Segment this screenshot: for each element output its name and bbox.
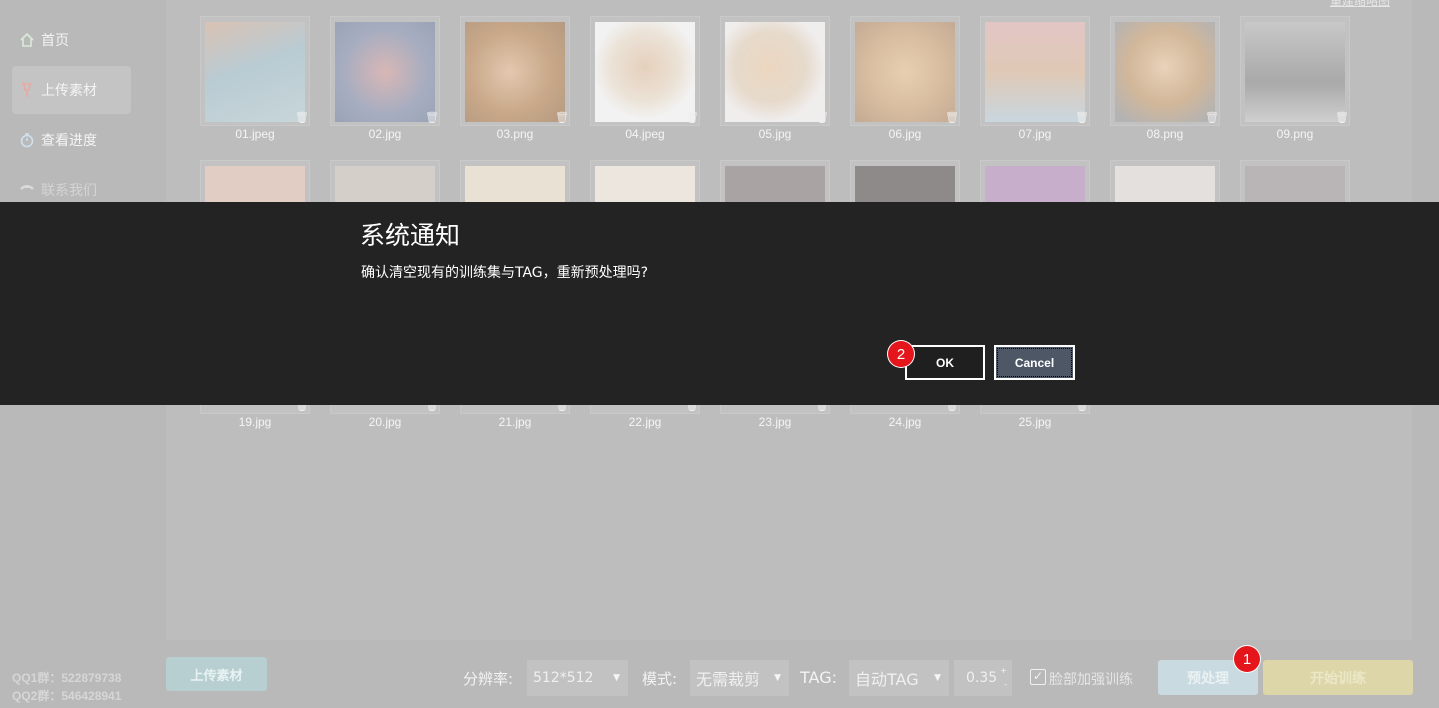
trash-icon[interactable]: 🗑 [1335,111,1349,125]
home-icon [18,31,36,49]
file-name: 23.jpg [758,415,792,429]
sidebar-item-home[interactable]: 首页 [12,16,131,64]
image-thumbnail[interactable]: 🗑 [1240,16,1350,126]
mode-select[interactable]: 无需裁剪 ▼ [690,660,789,696]
increment-icon[interactable]: + [1000,666,1007,675]
photo [595,22,695,122]
ok-button[interactable]: OK [905,345,985,380]
qq-group-2: QQ2群：546428941 [12,689,122,703]
trash-icon[interactable]: 🗑 [425,111,439,125]
system-notice-dialog: 系统通知 确认清空现有的训练集与TAG，重新预处理吗? OK Cancel 2 [0,202,1439,405]
trash-icon[interactable]: 🗑 [1205,111,1219,125]
photo [725,22,825,122]
file-name: 22.jpg [628,415,662,429]
photo [855,22,955,122]
image-thumbnail[interactable]: 🗑 [460,16,570,126]
dialog-title: 系统通知 [360,221,461,250]
upload-button[interactable]: 上传素材 [166,657,267,691]
trash-icon[interactable]: 🗑 [685,111,699,125]
qq-group-1: QQ1群：522879738 [12,671,122,685]
file-name: 02.jpg [368,127,402,141]
threshold-stepper[interactable]: 0.35 + - [954,660,1012,696]
image-thumbnail[interactable]: 🗑 [720,16,830,126]
phone-icon [18,181,36,199]
start-training-button[interactable]: 开始训练 [1263,660,1413,695]
stopwatch-icon [18,131,36,149]
tag-select[interactable]: 自动TAG ▼ [849,660,949,696]
photo [1115,22,1215,122]
mode-label: 模式: [642,670,678,688]
file-name: 01.jpeg [235,127,275,141]
sidebar-item-label: 联系我们 [41,183,97,199]
chevron-down-icon: ▼ [934,673,941,683]
trash-icon[interactable]: 🗑 [945,111,959,125]
sidebar-item-label: 上传素材 [41,83,97,99]
trash-icon[interactable]: 🗑 [1075,111,1089,125]
face-enhance-checkbox[interactable]: ✓ [1030,669,1046,685]
image-thumbnail[interactable]: 🗑 [330,16,440,126]
step-marker-2: 2 [888,341,914,367]
rebuild-thumbnails-link[interactable]: 重建缩略图 [1330,0,1390,9]
file-name: 04.jpeg [625,127,665,141]
trash-icon[interactable]: 🗑 [815,111,829,125]
cancel-button[interactable]: Cancel [994,345,1075,380]
image-thumbnail[interactable]: 🗑 [850,16,960,126]
file-name: 07.jpg [1018,127,1052,141]
chevron-down-icon: ▼ [774,673,781,683]
trash-icon[interactable]: 🗑 [295,111,309,125]
resolution-select[interactable]: 512*512 ▼ [527,660,628,696]
photo [465,22,565,122]
file-name: 03.png [496,127,534,141]
file-name: 09.png [1276,127,1314,141]
file-name: 08.png [1146,127,1184,141]
file-name: 05.jpg [758,127,792,141]
photo [205,22,305,122]
sidebar-item-progress[interactable]: 查看进度 [12,116,131,164]
photo [985,22,1085,122]
image-thumbnail[interactable]: 🗑 [200,16,310,126]
photo [1245,22,1345,122]
face-enhance-label: 脸部加强训练 [1049,672,1133,688]
tag-label: TAG: [800,668,837,687]
sidebar-item-upload[interactable]: 上传素材 [12,66,131,114]
trash-icon[interactable]: 🗑 [555,111,569,125]
resolution-label: 分辨率: [463,670,514,688]
pin-icon [18,81,36,99]
file-name: 21.jpg [498,415,532,429]
sidebar-item-label: 查看进度 [41,133,97,149]
chevron-down-icon: ▼ [613,673,620,683]
image-thumbnail[interactable]: 🗑 [1110,16,1220,126]
file-name: 25.jpg [1018,415,1052,429]
dialog-message: 确认清空现有的训练集与TAG，重新预处理吗? [361,265,649,281]
threshold-value: 0.35 [966,670,998,686]
image-thumbnail[interactable]: 🗑 [980,16,1090,126]
sidebar-item-label: 首页 [41,33,69,49]
file-name: 19.jpg [238,415,272,429]
mode-value: 无需裁剪 [696,670,761,689]
photo [335,22,435,122]
tag-value: 自动TAG [855,670,919,689]
decrement-icon[interactable]: - [1004,680,1007,689]
file-name: 06.jpg [888,127,922,141]
image-thumbnail[interactable]: 🗑 [590,16,700,126]
file-name: 24.jpg [888,415,922,429]
resolution-value: 512*512 [533,670,594,686]
step-marker-1: 1 [1234,646,1260,672]
file-name: 20.jpg [368,415,402,429]
